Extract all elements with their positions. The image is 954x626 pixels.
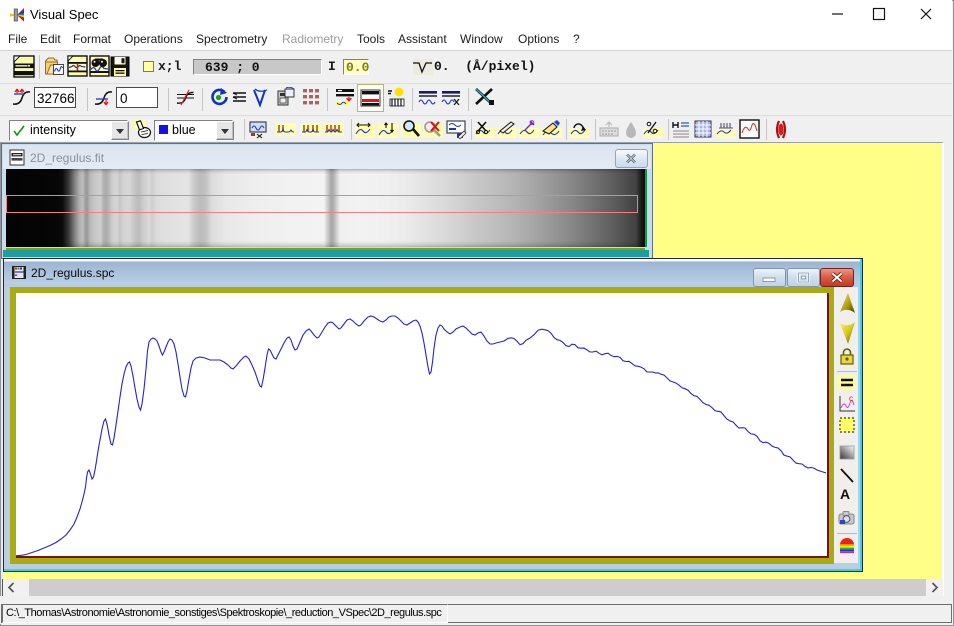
svg-text:c: c [849,394,853,403]
